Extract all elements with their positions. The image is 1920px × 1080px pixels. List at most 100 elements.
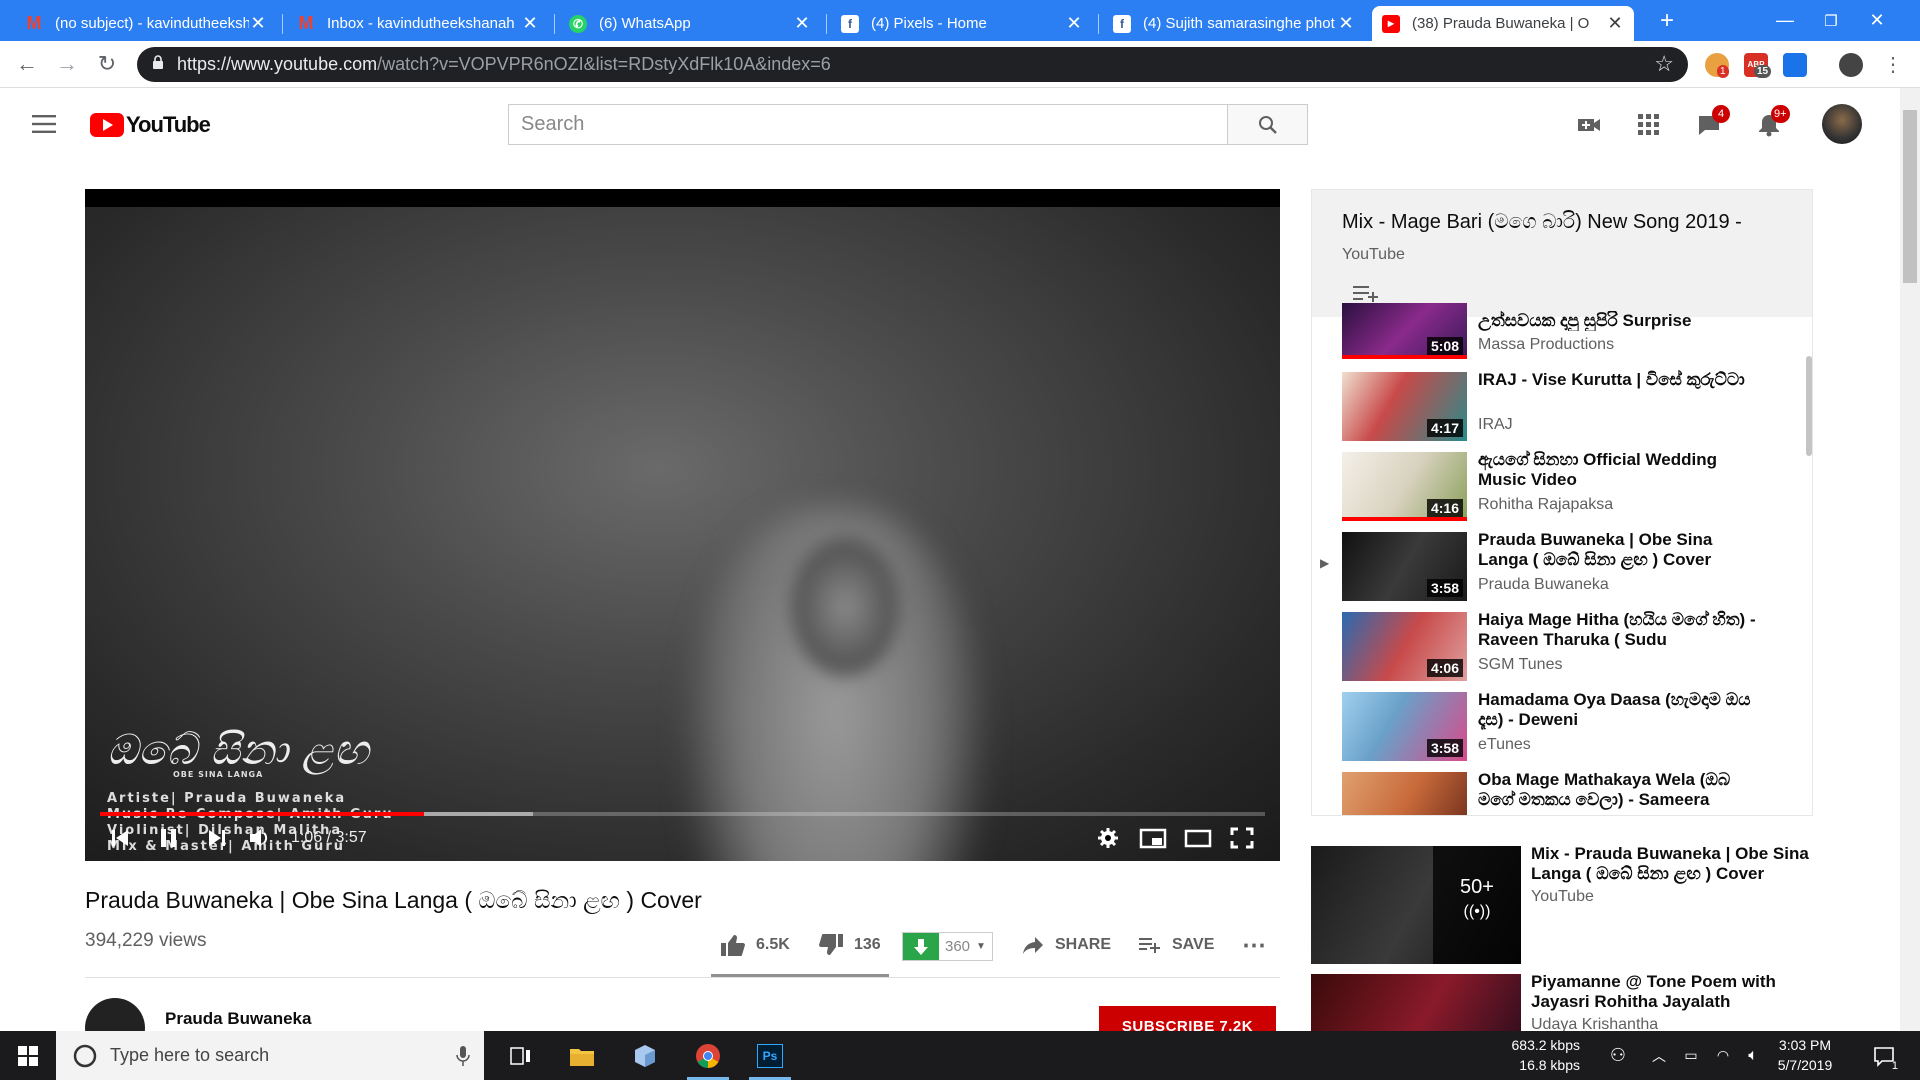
close-icon[interactable]: ✕ [793, 13, 811, 34]
share-button[interactable]: SHARE [1021, 930, 1111, 960]
playlist-item[interactable]: 4:16 ඇයගේ සිනහා Official Wedding Music V… [1342, 450, 1802, 532]
save-playlist-icon[interactable] [1353, 283, 1381, 303]
playlist-item[interactable]: 4:17 IRAJ - Vise Kurutta | විසේ කුරුට්ටා… [1342, 370, 1802, 452]
extension-icon[interactable] [1783, 53, 1807, 77]
notification-center-icon[interactable]: 1 [1864, 1031, 1904, 1080]
playlist-item-current[interactable]: 3:58 Prauda Buwaneka | Obe Sina Langa ( … [1342, 530, 1802, 612]
hamburger-menu-icon[interactable] [32, 115, 56, 133]
item-channel: IRAJ [1478, 416, 1513, 433]
playlist-panel: Mix - Mage Bari (මගෙ බාරි) New Song 2019… [1311, 189, 1813, 816]
video-thumbnail: 3:58 [1342, 532, 1467, 601]
recommendation-item[interactable]: Piyamanne @ Tone Poem with Jayasri Rohit… [1311, 974, 1811, 1031]
window-close-button[interactable]: ✕ [1854, 0, 1900, 41]
profile-avatar[interactable] [1839, 53, 1863, 77]
item-title: Haiya Mage Hitha (හයිය මගේ හිත) - Raveen… [1478, 610, 1756, 649]
account-avatar[interactable] [1822, 104, 1862, 144]
video-thumbnail: 4:17 [1342, 372, 1467, 441]
app-cube-icon[interactable] [620, 1031, 670, 1080]
facebook-icon: f [841, 14, 859, 33]
video-thumbnail [1342, 772, 1467, 815]
miniplayer-icon[interactable] [1139, 823, 1167, 853]
close-icon[interactable]: ✕ [1065, 13, 1083, 34]
playlist-title[interactable]: Mix - Mage Bari (මගෙ බාරි) New Song 2019… [1342, 211, 1742, 234]
close-icon[interactable]: ✕ [1606, 13, 1624, 34]
next-icon[interactable] [205, 823, 229, 853]
playlist-subtitle: YouTube [1342, 246, 1405, 263]
tab-gmail-draft[interactable]: M (no subject) - kavindutheeksh ✕ [15, 6, 277, 41]
url-path: /watch?v=VOPVPR6nOZI&list=RDstyXdFlk10A&… [377, 54, 831, 74]
photoshop-icon[interactable]: Ps [745, 1031, 795, 1080]
speaker-icon[interactable]: 🔈︎ [1738, 1031, 1768, 1080]
windows-start-icon[interactable] [18, 1046, 38, 1066]
video-frame[interactable]: ඔබේ සිනා ළඟ OBE SINA LANGA Artiste| Prau… [85, 207, 1280, 861]
previous-icon[interactable] [108, 823, 132, 853]
search-button[interactable] [1228, 104, 1308, 145]
video-player[interactable]: ඔබේ සිනා ළඟ OBE SINA LANGA Artiste| Prau… [85, 189, 1280, 861]
messages-badge: 4 [1712, 105, 1730, 123]
apps-grid-icon[interactable] [1636, 112, 1662, 138]
people-icon[interactable]: ⚇ [1596, 1031, 1640, 1080]
settings-gear-icon[interactable] [1095, 823, 1121, 853]
dislike-button[interactable]: 136 [818, 930, 881, 960]
theater-mode-icon[interactable] [1184, 823, 1212, 853]
download-button[interactable]: 360 ▼ [902, 932, 993, 961]
volume-icon[interactable] [247, 823, 273, 853]
more-actions-icon[interactable]: ⋯ [1242, 930, 1267, 960]
fullscreen-icon[interactable] [1229, 823, 1255, 853]
thumbs-down-icon [819, 934, 843, 955]
battery-icon[interactable]: ▭ [1676, 1031, 1706, 1080]
watched-bar [1342, 517, 1467, 521]
close-icon[interactable]: ✕ [249, 13, 267, 34]
playlist-item[interactable]: 3:58 Hamadama Oya Daasa (හැමදාම ඔය දෑස) … [1342, 690, 1802, 772]
forward-button[interactable]: → [52, 49, 82, 79]
mix-overlay: 50+ ((•)) [1433, 846, 1521, 964]
new-tab-button[interactable]: + [1644, 0, 1690, 41]
page-scrollbar-thumb[interactable] [1903, 110, 1917, 283]
bookmark-star-icon[interactable]: ☆ [1654, 51, 1674, 77]
search-input[interactable]: Search [508, 104, 1228, 145]
wifi-icon[interactable]: ◠ [1708, 1031, 1738, 1080]
tab-facebook-sujith[interactable]: f (4) Sujith samarasinghe phot ✕ [1103, 6, 1365, 41]
reload-button[interactable]: ↻ [92, 49, 122, 79]
watched-bar [1342, 355, 1467, 359]
minimize-button[interactable]: — [1762, 0, 1808, 41]
tab-whatsapp[interactable]: ✆ (6) WhatsApp ✕ [559, 6, 821, 41]
chrome-icon[interactable] [683, 1031, 733, 1080]
save-button[interactable]: SAVE [1138, 930, 1214, 960]
close-icon[interactable]: ✕ [521, 13, 539, 34]
taskbar-search-input[interactable]: Type here to search [56, 1031, 484, 1080]
address-bar[interactable]: https://www.youtube.com/watch?v=VOPVPR6n… [137, 47, 1688, 82]
maximize-button[interactable]: ❐ [1808, 0, 1854, 41]
windows-taskbar: Type here to search Ps 683.2 kbps 16.8 k… [0, 1031, 1920, 1080]
url-host: https://www.youtube.com [177, 54, 378, 74]
menu-kebab-icon[interactable]: ⋮ [1878, 49, 1908, 79]
back-button[interactable]: ← [12, 49, 42, 79]
youtube-logo[interactable]: YouTube [90, 112, 211, 138]
playlist-scrollbar[interactable] [1806, 356, 1812, 456]
chevron-up-icon[interactable]: ︿ [1644, 1031, 1674, 1080]
playlist-item[interactable]: Oba Mage Mathakaya Wela (ඔබ මගේ මතකය වෙල… [1342, 770, 1802, 815]
task-view-icon[interactable] [496, 1031, 546, 1080]
extension-icon[interactable]: 1 [1705, 53, 1729, 78]
tab-gmail-inbox[interactable]: M Inbox - kavindutheekshanah ✕ [287, 6, 549, 41]
tab-facebook-pixels[interactable]: f (4) Pixels - Home ✕ [831, 6, 1093, 41]
chevron-down-icon: ▼ [976, 941, 986, 952]
create-video-icon[interactable] [1576, 112, 1602, 138]
close-icon[interactable]: ✕ [1337, 13, 1355, 34]
like-button[interactable]: 6.5K [720, 930, 790, 960]
playlist-item[interactable]: 4:06 Haiya Mage Hitha (හයිය මගේ හිත) - R… [1342, 610, 1802, 692]
recommendation-item[interactable]: 50+ ((•)) Mix - Prauda Buwaneka | Obe Si… [1311, 844, 1811, 966]
file-explorer-icon[interactable] [557, 1031, 607, 1080]
microphone-icon[interactable] [456, 1045, 470, 1067]
item-channel: SGM Tunes [1478, 656, 1563, 673]
thumbs-up-icon [721, 935, 745, 956]
adblock-icon[interactable]: ABP 15 [1744, 53, 1772, 78]
tab-youtube-active[interactable]: ▶ (38) Prauda Buwaneka | O ✕ [1372, 6, 1634, 41]
clock[interactable]: 3:03 PM 5/7/2019 [1770, 1035, 1840, 1075]
item-title: Hamadama Oya Daasa (හැමදාම ඔය දෑස) - Dew… [1478, 690, 1751, 729]
progress-bar[interactable] [100, 812, 1265, 816]
gmail-icon: M [26, 13, 42, 33]
pause-icon[interactable] [157, 823, 181, 853]
channel-name[interactable]: Prauda Buwaneka [165, 1009, 311, 1029]
view-count: 394,229 views [85, 930, 207, 951]
